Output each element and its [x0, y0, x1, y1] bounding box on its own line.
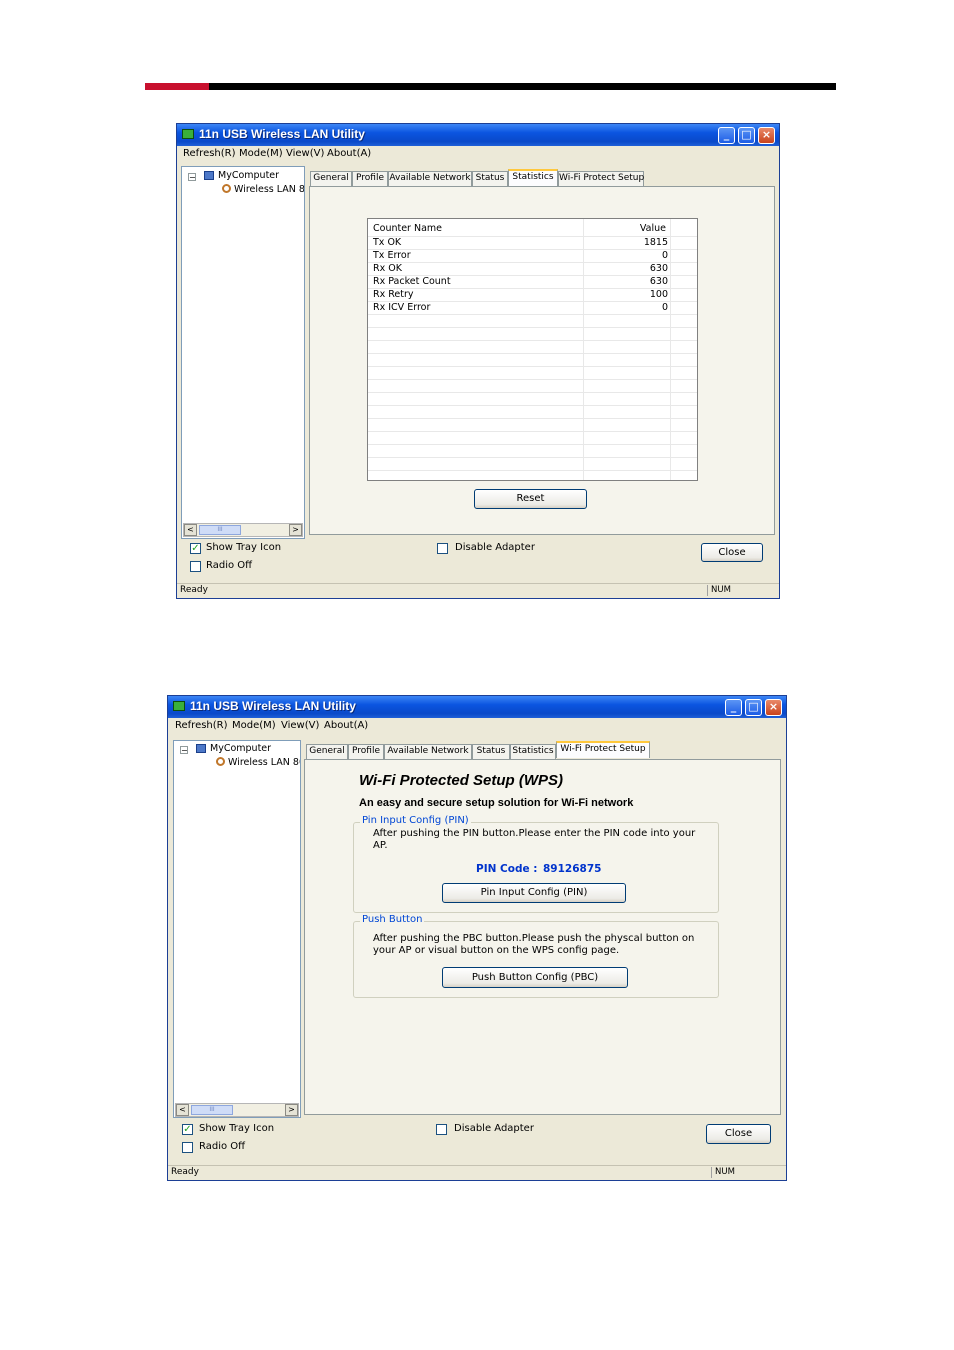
status-bar: Ready NUM — [168, 1165, 786, 1180]
radio-off-checkbox[interactable] — [182, 1142, 193, 1153]
statistics-table: Counter Name Value Tx OK 1815 Tx Error 0… — [367, 218, 698, 481]
wps-subtitle: An easy and secure setup solution for Wi… — [359, 797, 634, 809]
wireless-adapter-icon — [216, 757, 225, 766]
menu-refresh[interactable]: Refresh(R) — [175, 720, 228, 731]
app-icon — [182, 129, 194, 139]
show-tray-icon-label: Show Tray Icon — [206, 542, 282, 553]
menu-mode[interactable]: Mode(M) — [232, 720, 276, 731]
close-button[interactable]: Close — [706, 1124, 771, 1144]
tree-item-wireless-lan[interactable]: Wireless LAN 80 — [228, 757, 300, 768]
pin-code-value: 89126875 — [543, 863, 602, 875]
show-tray-icon-checkbox[interactable]: ✓ — [190, 543, 201, 554]
pbc-instructions-line-2: your AP or visual button on the WPS conf… — [373, 945, 620, 956]
device-tree[interactable]: − MyComputer Wireless LAN 80 < III > — [173, 740, 301, 1118]
tab-wifi-protect-setup[interactable]: Wi-Fi Protect Setup — [556, 741, 650, 758]
utility-window-wps: 11n USB Wireless LAN Utility _ □ × Refre… — [167, 695, 787, 1181]
window-title: 11n USB Wireless LAN Utility — [190, 699, 356, 713]
reset-button[interactable]: Reset — [474, 489, 587, 509]
tab-status[interactable]: Status — [472, 744, 510, 759]
tab-general[interactable]: General — [306, 744, 348, 759]
status-bar: Ready NUM — [177, 583, 779, 598]
close-button[interactable]: Close — [701, 543, 763, 562]
pin-input-config-button[interactable]: Pin Input Config (PIN) — [442, 883, 626, 903]
tab-status[interactable]: Status — [472, 171, 508, 186]
tree-horizontal-scrollbar[interactable]: < III > — [183, 523, 303, 537]
menu-bar: Refresh(R) Mode(M) View(V) About(A) — [177, 146, 779, 163]
computer-icon — [196, 744, 206, 753]
menu-about[interactable]: About(A) — [327, 148, 371, 159]
tab-general[interactable]: General — [310, 171, 352, 186]
computer-icon — [204, 171, 214, 180]
collapse-icon[interactable]: − — [188, 173, 196, 182]
tree-item-wireless-lan[interactable]: Wireless LAN 80 — [234, 184, 304, 195]
disable-adapter-label: Disable Adapter — [455, 542, 535, 553]
header-black-bar — [209, 83, 836, 90]
statistics-page: Counter Name Value Tx OK 1815 Tx Error 0… — [309, 186, 775, 535]
status-num: NUM — [707, 585, 756, 596]
close-icon[interactable]: × — [758, 127, 775, 144]
radio-off-label: Radio Off — [199, 1141, 246, 1152]
radio-off-label: Radio Off — [206, 560, 253, 571]
minimize-icon[interactable]: _ — [718, 127, 735, 144]
menu-bar: Refresh(R) Mode(M) View(V) About(A) — [168, 718, 786, 735]
maximize-icon[interactable]: □ — [738, 127, 755, 144]
menu-refresh[interactable]: Refresh(R) — [183, 148, 236, 159]
wps-title: Wi-Fi Protected Setup (WPS) — [359, 772, 564, 789]
pin-group-legend: Pin Input Config (PIN) — [360, 815, 471, 826]
scroll-left-icon[interactable]: < — [176, 1104, 189, 1116]
app-icon — [173, 701, 185, 711]
wireless-adapter-icon — [222, 184, 231, 193]
tree-root-mycomputer[interactable]: MyComputer — [218, 170, 279, 181]
disable-adapter-checkbox[interactable] — [437, 543, 448, 554]
status-num: NUM — [711, 1167, 765, 1178]
wps-page: Wi-Fi Protected Setup (WPS) An easy and … — [304, 759, 781, 1115]
scroll-thumb[interactable]: III — [191, 1105, 233, 1115]
device-tree[interactable]: − MyComputer Wireless LAN 80 < III > — [181, 166, 305, 539]
show-tray-icon-checkbox[interactable]: ✓ — [182, 1124, 193, 1135]
tree-horizontal-scrollbar[interactable]: < III > — [175, 1103, 299, 1117]
scroll-left-icon[interactable]: < — [184, 524, 197, 536]
header-red-bar — [145, 83, 209, 90]
tree-root-mycomputer[interactable]: MyComputer — [210, 743, 271, 754]
pin-instructions-line-2: AP. — [373, 840, 388, 851]
menu-mode[interactable]: Mode(M) — [239, 148, 283, 159]
pbc-instructions-line-1: After pushing the PBC button.Please push… — [373, 933, 695, 944]
disable-adapter-checkbox[interactable] — [436, 1124, 447, 1135]
scroll-thumb[interactable]: III — [199, 525, 241, 535]
column-header-counter-name[interactable]: Counter Name — [373, 223, 442, 234]
pbc-group-legend: Push Button — [360, 914, 425, 925]
scroll-right-icon[interactable]: > — [289, 524, 302, 536]
status-text: Ready — [180, 585, 208, 595]
show-tray-icon-label: Show Tray Icon — [199, 1123, 275, 1134]
tab-profile[interactable]: Profile — [352, 171, 388, 186]
pin-instructions-line-1: After pushing the PIN button.Please ente… — [373, 828, 696, 839]
menu-view[interactable]: View(V) — [286, 148, 324, 159]
disable-adapter-label: Disable Adapter — [454, 1123, 534, 1134]
close-icon[interactable]: × — [765, 699, 782, 716]
pin-code-label: PIN Code : — [476, 863, 538, 875]
tab-wifi-protect-setup[interactable]: Wi-Fi Protect Setup — [558, 171, 644, 186]
title-bar[interactable]: 11n USB Wireless LAN Utility _ □ × — [168, 696, 786, 718]
collapse-icon[interactable]: − — [180, 746, 188, 755]
tab-profile[interactable]: Profile — [348, 744, 384, 759]
title-bar[interactable]: 11n USB Wireless LAN Utility _ □ × — [177, 124, 779, 146]
utility-window-statistics: 11n USB Wireless LAN Utility _ □ × Refre… — [176, 123, 780, 599]
tab-available-network[interactable]: Available Network — [388, 171, 472, 186]
tab-available-network[interactable]: Available Network — [384, 744, 472, 759]
tab-statistics[interactable]: Statistics — [510, 744, 556, 759]
tab-statistics[interactable]: Statistics — [508, 169, 558, 186]
menu-view[interactable]: View(V) — [281, 720, 319, 731]
window-title: 11n USB Wireless LAN Utility — [199, 127, 365, 141]
minimize-icon[interactable]: _ — [725, 699, 742, 716]
status-text: Ready — [171, 1167, 199, 1177]
column-header-value[interactable]: Value — [640, 223, 666, 234]
radio-off-checkbox[interactable] — [190, 561, 201, 572]
maximize-icon[interactable]: □ — [745, 699, 762, 716]
push-button-config-button[interactable]: Push Button Config (PBC) — [442, 967, 628, 988]
scroll-right-icon[interactable]: > — [285, 1104, 298, 1116]
menu-about[interactable]: About(A) — [324, 720, 368, 731]
